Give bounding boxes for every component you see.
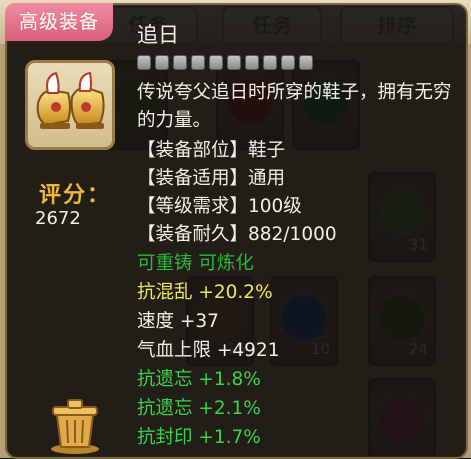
star-icon	[155, 55, 169, 70]
star-icon	[209, 55, 223, 70]
star-icon	[299, 55, 313, 70]
item-tooltip: 高级装备 评分： 2672 追日 传说夸父追日时所穿的鞋子，拥有无穷的力量。 【…	[5, 3, 468, 459]
score-value: 2672	[35, 208, 81, 229]
item-icon-frame	[25, 60, 115, 150]
item-description: 传说夸父追日时所穿的鞋子，拥有无穷的力量。	[137, 82, 452, 131]
attr-reforge: 可重铸 可炼化	[137, 253, 254, 274]
attr-anti-forget-2: 抗遗忘 +2.1%	[137, 398, 261, 419]
star-icon	[137, 55, 151, 70]
star-icon	[173, 55, 187, 70]
item-name: 追日	[137, 23, 179, 47]
attr-slot: 【装备部位】鞋子	[137, 140, 286, 161]
score-label: 评分：	[39, 183, 112, 208]
star-icon	[263, 55, 277, 70]
attr-durability: 【装备耐久】882/1000	[137, 224, 337, 245]
grade-badge: 高级装备	[5, 3, 113, 41]
attr-anti-seal: 抗封印 +1.7%	[137, 427, 261, 448]
attr-anti-forget-1: 抗遗忘 +1.8%	[137, 369, 261, 390]
attr-applicable: 【装备适用】通用	[137, 168, 286, 189]
attr-speed: 速度 +37	[137, 311, 219, 332]
star-icon	[191, 55, 205, 70]
attr-max-hp: 气血上限 +4921	[137, 340, 280, 361]
star-icon	[245, 55, 259, 70]
attr-anti-chaos: 抗混乱 +20.2%	[137, 282, 273, 303]
winged-boots-icon	[36, 71, 105, 129]
star-rating	[137, 55, 313, 73]
trash-can-icon[interactable]	[45, 393, 105, 455]
star-icon	[281, 55, 295, 70]
star-icon	[227, 55, 241, 70]
attr-level-required: 【等级需求】100级	[137, 196, 302, 217]
